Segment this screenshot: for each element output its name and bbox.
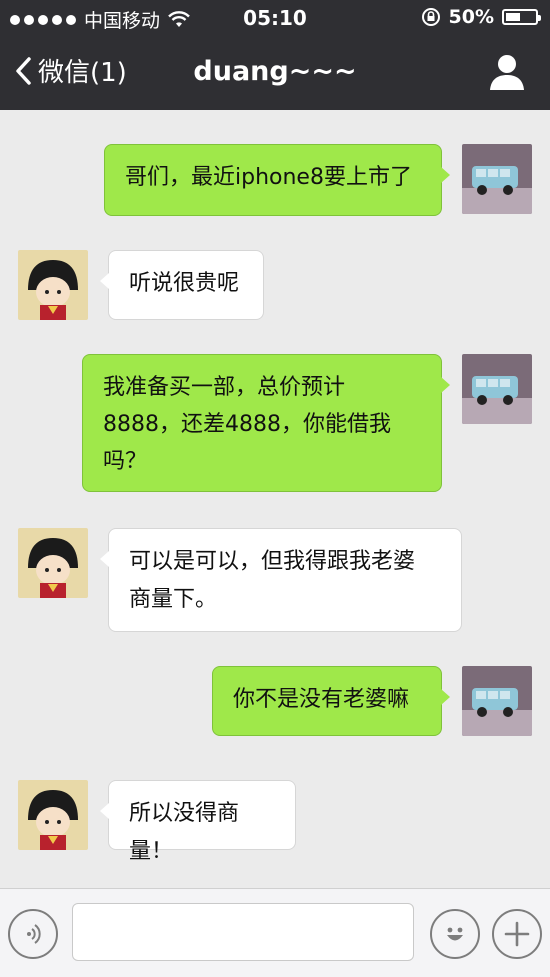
car-avatar-icon — [462, 666, 532, 736]
message-line: 可以是可以，但我得跟我老婆 — [129, 549, 416, 574]
message-text: 哥们，最近iphone8要上市了 — [125, 165, 412, 190]
message-line: 吗？ — [103, 449, 148, 474]
message-input[interactable] — [72, 903, 414, 961]
header: 中国移动 05:10 50% 微信(1) duang~~~ — [0, 0, 550, 110]
message-text: 听说很贵呢 — [129, 271, 240, 296]
message-bubble-me[interactable]: 哥们，最近iphone8要上市了 — [104, 144, 450, 216]
message-bubble-other[interactable]: 听说很贵呢 — [100, 250, 264, 320]
message-text: 你不是没有老婆嘛 — [233, 687, 410, 712]
message-line: 我准备买一部，总价预计 — [103, 375, 346, 400]
chat-title: duang~~~ — [193, 56, 357, 87]
car-avatar-icon — [462, 354, 532, 424]
battery-percent: 50% — [448, 6, 494, 28]
friend-avatar[interactable] — [18, 780, 88, 850]
message-text: 所以没得商量！ — [129, 801, 240, 864]
cartoon-girl-avatar-icon — [18, 780, 88, 850]
friend-avatar[interactable] — [18, 528, 88, 598]
message-bubble-other[interactable]: 所以没得商量！ — [100, 780, 296, 864]
chat-area[interactable]: 哥们，最近iphone8要上市了 听说很贵呢 我准备买一部，总价预计 8888，… — [0, 110, 550, 888]
my-avatar[interactable] — [462, 354, 532, 424]
emoji-button[interactable] — [430, 909, 480, 959]
message-bubble-me[interactable]: 你不是没有老婆嘛 — [212, 666, 450, 736]
car-avatar-icon — [462, 144, 532, 214]
rotation-lock-icon — [421, 8, 440, 26]
voice-button[interactable] — [8, 909, 58, 959]
message-line: 8888，还差4888，你能借我 — [103, 412, 391, 437]
my-avatar[interactable] — [462, 144, 532, 214]
message-bubble-other[interactable]: 可以是可以，但我得跟我老婆 商量下。 — [100, 528, 462, 632]
battery-icon — [502, 9, 541, 25]
plus-button[interactable] — [492, 909, 542, 959]
nav-bar: 微信(1) duang~~~ — [0, 36, 550, 110]
status-bar: 中国移动 05:10 50% — [0, 0, 550, 36]
profile-icon[interactable] — [488, 52, 526, 92]
battery-fill — [506, 13, 520, 21]
cartoon-girl-avatar-icon — [18, 250, 88, 320]
message-line: 商量下。 — [129, 587, 218, 612]
plus-icon — [504, 921, 530, 947]
status-right: 50% — [421, 6, 541, 28]
message-bubble-me[interactable]: 我准备买一部，总价预计 8888，还差4888，你能借我 吗？ — [82, 354, 450, 492]
friend-avatar[interactable] — [18, 250, 88, 320]
emoji-icon — [447, 927, 463, 941]
voice-icon — [27, 924, 41, 944]
input-bar — [0, 888, 550, 977]
my-avatar[interactable] — [462, 666, 532, 736]
cartoon-girl-avatar-icon — [18, 528, 88, 598]
